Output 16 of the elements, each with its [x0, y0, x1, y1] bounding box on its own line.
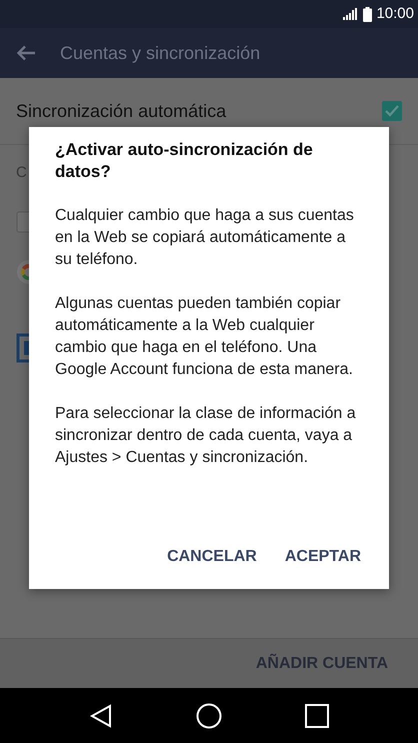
- dialog-message: Para seleccionar la clase de información a sincronizar dentro de cada cuenta, vaya a Ajustes > Cuentas y sincronización.: [55, 404, 357, 468]
- back-icon[interactable]: [89, 704, 114, 728]
- setting-label: Sincronización automática: [16, 100, 226, 122]
- checkbox[interactable]: [382, 101, 402, 121]
- dialog-title: ¿Activar auto-sincronización de datos?: [55, 139, 314, 183]
- dialog-button[interactable]: CANCELAR: [165, 541, 259, 573]
- battery-icon: [363, 6, 372, 22]
- home-icon[interactable]: [196, 702, 222, 728]
- back-arrow-icon[interactable]: [16, 45, 36, 61]
- clock-time: 10:00: [376, 4, 414, 24]
- dialog-message: Algunas cuentas pueden también copiar automáticamente a la Web cualquier cambio que haga en el teléfono. Una Google Account funciona de esta manera.: [55, 294, 354, 380]
- screen-title: Cuentas y sincronización: [60, 42, 260, 65]
- recents-icon[interactable]: [304, 704, 329, 728]
- dialog-button[interactable]: ACEPTAR: [282, 541, 363, 573]
- dialog-message: Cualquier cambio que haga a sus cuentas en la Web se copiará automáticamente a su teléfono.: [55, 206, 355, 270]
- signal-icon: [343, 8, 360, 20]
